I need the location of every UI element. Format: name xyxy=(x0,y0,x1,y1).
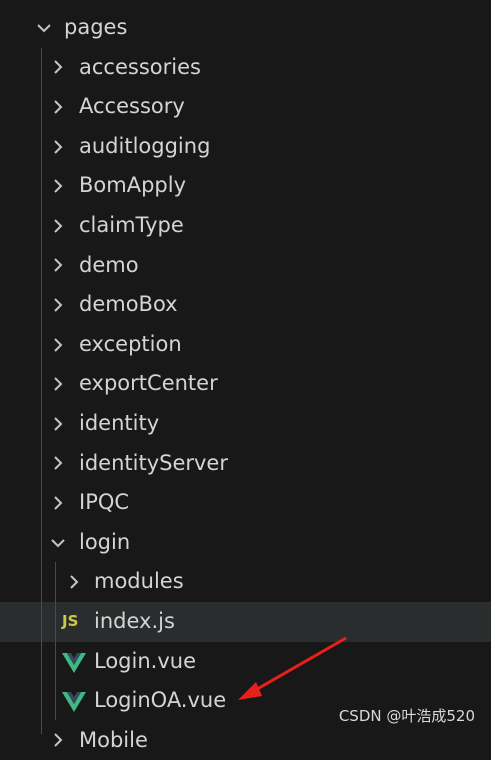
folder-label: pages xyxy=(64,15,128,39)
chevron-right-icon[interactable] xyxy=(46,166,70,206)
vue-file-icon xyxy=(62,652,86,673)
folder-label: accessories xyxy=(79,54,201,79)
indent-guide xyxy=(41,48,42,734)
chevron-right-icon[interactable] xyxy=(46,285,70,325)
folder-demobox[interactable]: demoBox xyxy=(0,285,491,325)
folder-label: Mobile xyxy=(79,727,148,752)
folder-accessories[interactable]: accessories xyxy=(0,48,491,88)
folder-label: Accessory xyxy=(79,94,185,119)
annotation-arrow xyxy=(238,636,347,700)
indent-guide xyxy=(55,562,56,720)
javascript-file-icon: JS xyxy=(62,611,79,630)
folder-auditlogging[interactable]: auditlogging xyxy=(0,127,491,167)
folder-list: accessories Accessory auditlogging BomApply… xyxy=(0,48,491,523)
folder-demo[interactable]: demo xyxy=(0,246,491,286)
folder-ipqc[interactable]: IPQC xyxy=(0,483,491,523)
watermark: CSDN @叶浩成520 xyxy=(338,707,475,725)
file-label: LoginOA.vue xyxy=(94,688,227,713)
chevron-right-icon[interactable] xyxy=(46,246,70,286)
folder-label: identity xyxy=(79,410,160,435)
chevron-right-icon[interactable] xyxy=(46,325,70,365)
folder-identity[interactable]: identity xyxy=(0,404,491,444)
folder-label: auditlogging xyxy=(79,133,211,158)
folder-label: demo xyxy=(79,252,139,277)
file-label: Login.vue xyxy=(94,648,196,673)
file-label: index.js xyxy=(94,608,175,633)
chevron-right-icon[interactable] xyxy=(46,87,70,127)
chevron-right-icon[interactable] xyxy=(46,127,70,167)
folder-label: demoBox xyxy=(79,292,178,317)
chevron-right-icon[interactable] xyxy=(46,48,70,88)
folder-label: IPQC xyxy=(79,490,130,515)
folder-label: login xyxy=(79,529,131,554)
chevron-right-icon[interactable] xyxy=(62,562,86,602)
folder-claimtype[interactable]: claimType xyxy=(0,206,491,246)
folder-modules[interactable]: modules xyxy=(0,562,491,602)
folder-accessory[interactable]: Accessory xyxy=(0,87,491,127)
chevron-right-icon[interactable] xyxy=(46,444,70,484)
chevron-right-icon[interactable] xyxy=(46,483,70,523)
folder-mobile-partial[interactable]: Mobile xyxy=(0,721,491,760)
folder-exportcenter[interactable]: exportCenter xyxy=(0,364,491,404)
folder-bomapply[interactable]: BomApply xyxy=(0,166,491,206)
chevron-down-icon[interactable] xyxy=(46,523,70,563)
folder-label: exportCenter xyxy=(79,371,218,396)
folder-identityserver[interactable]: identityServer xyxy=(0,444,491,484)
folder-label: modules xyxy=(94,569,184,594)
chevron-right-icon[interactable] xyxy=(46,206,70,246)
chevron-right-icon[interactable] xyxy=(46,364,70,404)
folder-label: BomApply xyxy=(79,173,186,198)
folder-login[interactable]: login xyxy=(0,523,491,563)
folder-label: exception xyxy=(79,331,182,356)
folder-label: identityServer xyxy=(79,450,228,475)
chevron-right-icon[interactable] xyxy=(46,404,70,444)
folder-pages[interactable]: pages xyxy=(0,8,491,48)
folder-label: claimType xyxy=(79,212,184,237)
vue-file-icon xyxy=(62,692,86,713)
folder-exception[interactable]: exception xyxy=(0,325,491,365)
chevron-down-icon[interactable] xyxy=(32,8,56,48)
chevron-right-icon[interactable] xyxy=(46,721,70,760)
